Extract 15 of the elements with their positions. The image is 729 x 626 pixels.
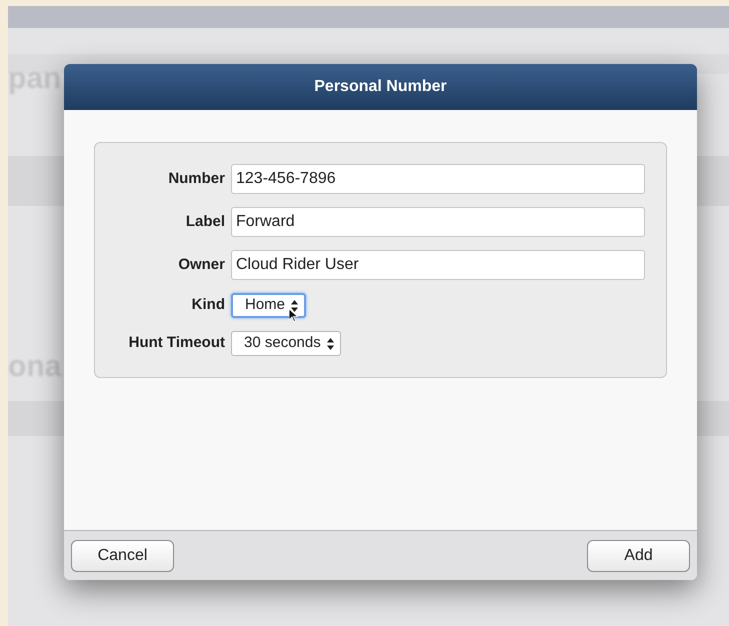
cancel-button[interactable]: Cancel [71,540,174,572]
field-label: Label [184,212,225,232]
field-label: Number [167,168,225,189]
add-button[interactable]: Add [587,540,690,572]
text-field[interactable]: Forward [231,207,645,237]
text-field[interactable]: Cloud Rider User [231,250,645,280]
cursor-icon [289,309,298,322]
text-field[interactable]: 123-456-7896 [231,164,645,194]
dialog-title: Personal Number [314,77,447,97]
stepper-icon [326,338,334,350]
field-label: Kind [190,295,225,316]
select-dropdown[interactable]: 30 seconds [231,331,341,356]
field-label: Hunt Timeout [128,333,225,354]
stepper-icon [291,300,298,312]
field-label: Owner [177,254,225,275]
